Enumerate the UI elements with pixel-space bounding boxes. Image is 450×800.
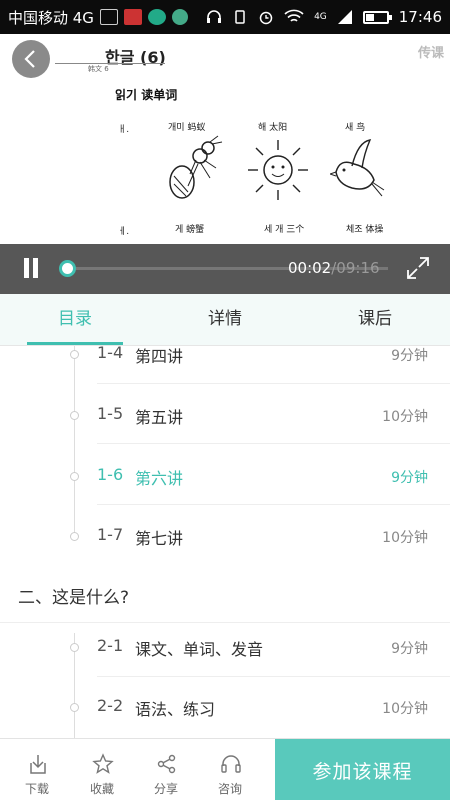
lesson-heading: 읽기 读单词	[115, 88, 178, 102]
app-icon	[147, 9, 166, 25]
current-time: 00:02	[288, 259, 332, 277]
lesson-duration: 9分钟	[391, 641, 428, 657]
star-icon	[92, 753, 114, 774]
share-icon	[157, 754, 176, 774]
pause-button[interactable]	[22, 258, 40, 278]
timeline-dot	[70, 472, 79, 481]
watermark-logo: 传课	[417, 46, 444, 61]
lesson-name: 课文、单词、发音	[135, 640, 264, 659]
vibrate-icon	[235, 10, 245, 24]
slide-subtitle: 韩文 6	[88, 65, 109, 73]
join-course-button[interactable]: 参加该课程	[275, 739, 450, 800]
vocab-word: 개미 蚂蚁	[168, 123, 206, 133]
ant-illustration	[169, 135, 223, 199]
consult-label: 咨询	[217, 782, 242, 796]
lesson-name: 语法、练习	[135, 700, 216, 719]
lesson-row[interactable]: 1-5 第五讲 10分钟	[0, 384, 450, 444]
timeline-dot	[70, 350, 79, 359]
lesson-duration: 10分钟	[382, 530, 428, 546]
lesson-number: 1-5	[97, 404, 124, 423]
lesson-row[interactable]: 2-2 语法、练习 10分钟	[0, 677, 450, 737]
row-label: ㅔ.	[118, 227, 130, 237]
network-type: 4G	[314, 12, 327, 22]
share-button[interactable]: 分享	[134, 739, 198, 800]
course-catalog: 1-4 第四讲 9分钟 1-5 第五讲 10分钟 1-6 第六讲 9分钟 1-7…	[0, 346, 450, 738]
total-time: 09:16	[336, 259, 380, 277]
seek-handle[interactable]	[59, 260, 77, 277]
clock: 17:46	[398, 8, 442, 26]
time-display: 00:02/09:16	[288, 259, 380, 277]
favorite-button[interactable]: 收藏	[70, 739, 134, 800]
section-title: 二、这是什么?	[18, 588, 130, 608]
lesson-duration: 10分钟	[382, 409, 428, 425]
lesson-duration: 9分钟	[391, 470, 428, 486]
lesson-row[interactable]: 1-7 第七讲 10分钟	[0, 505, 450, 565]
lesson-row[interactable]: 2-1 课文、单词、发音 9分钟	[0, 617, 450, 677]
timeline-dot	[70, 532, 79, 541]
bottom-action-bar: 下载 收藏 分享 咨询 参加该课程	[0, 738, 450, 800]
status-bar: 中国移动 4G 4G 17:46	[0, 0, 450, 34]
image-icon	[123, 9, 142, 25]
vocab-word: 세 개 三个	[264, 225, 305, 235]
lesson-row[interactable]: 1-4 第四讲 9分钟	[0, 346, 450, 384]
lesson-name: 第六讲	[135, 469, 184, 488]
timeline-dot	[70, 643, 79, 652]
alarm-icon	[259, 11, 273, 25]
vocab-word: 새 鸟	[345, 123, 366, 133]
chevron-left-icon	[24, 50, 35, 68]
tab-after-class[interactable]: 课后	[300, 294, 450, 345]
player-controls: 00:02/09:16	[0, 244, 450, 294]
timeline-dot	[70, 703, 79, 712]
lesson-duration: 10分钟	[382, 701, 428, 717]
app-icon	[171, 9, 188, 25]
back-button[interactable]	[12, 40, 50, 78]
lesson-name: 第七讲	[135, 529, 184, 548]
tab-details[interactable]: 详情	[150, 294, 300, 345]
lesson-number: 1-6	[97, 465, 124, 484]
carrier-label: 中国移动 4G	[8, 8, 94, 27]
vocab-word: 체조 体操	[346, 225, 384, 235]
slide-title-underline	[55, 63, 165, 64]
carrier-group: 中国移动 4G	[8, 7, 188, 28]
lesson-number: 1-7	[97, 525, 124, 544]
download-label: 下载	[24, 782, 49, 796]
lesson-number: 2-2	[97, 696, 124, 715]
battery-icon	[362, 10, 392, 24]
share-label: 分享	[153, 782, 178, 796]
lesson-row-active[interactable]: 1-6 第六讲 9分钟	[0, 445, 450, 505]
tab-catalog[interactable]: 目录	[0, 294, 150, 345]
slide-title: 한글 (6)	[105, 48, 166, 67]
lesson-name: 第四讲	[135, 347, 184, 366]
sun-illustration	[248, 140, 308, 200]
headset-icon	[207, 10, 222, 23]
download-button[interactable]: 下载	[5, 739, 69, 800]
row-label: ㅐ.	[118, 125, 130, 135]
bird-illustration	[330, 139, 385, 197]
timeline-dot	[70, 411, 79, 420]
lesson-name: 第五讲	[135, 408, 184, 427]
video-player[interactable]: 한글 (6) 韩文 6 传课 읽기 读单词 ㅐ. 개미 蚂蚁 해 太阳 새 鸟	[0, 34, 450, 294]
sim-icon	[99, 9, 118, 25]
download-icon	[30, 755, 46, 774]
wifi-icon	[284, 9, 304, 22]
status-icons: 4G 17:46	[206, 8, 442, 26]
favorite-label: 收藏	[89, 782, 114, 796]
row-divider	[97, 443, 450, 444]
lesson-number: 2-1	[97, 636, 124, 655]
consult-button[interactable]: 咨询	[198, 739, 262, 800]
vocab-word: 해 太阳	[258, 123, 288, 133]
fullscreen-icon[interactable]	[406, 256, 430, 280]
signal-icon	[337, 10, 352, 24]
vocab-word: 게 螃蟹	[175, 225, 205, 235]
lesson-number: 1-4	[97, 346, 124, 362]
headset-icon	[221, 755, 241, 773]
section-header[interactable]: 二、这是什么?	[0, 563, 450, 623]
lesson-duration: 9分钟	[391, 348, 428, 364]
tab-bar: 目录 详情 课后	[0, 294, 450, 346]
